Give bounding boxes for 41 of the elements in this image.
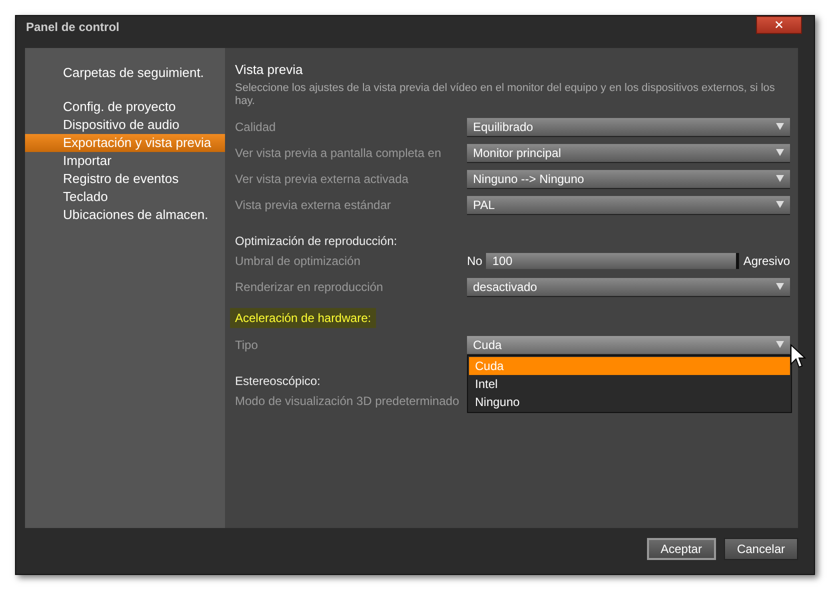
cursor-icon [790, 344, 806, 370]
field-label: Calidad [235, 120, 276, 134]
slider-value: 100 [492, 254, 512, 268]
dropdown-arrow-icon [776, 283, 784, 290]
section-heading: Optimización de reproducción: [235, 234, 398, 248]
slider-max-label: Agresivo [743, 254, 790, 268]
dropdown-option[interactable]: Intel [469, 374, 790, 392]
section-heading: Estereoscópico: [235, 374, 320, 388]
sidebar-item[interactable]: Teclado [25, 188, 225, 206]
slider-fill[interactable]: 100 [486, 253, 740, 269]
dialog-button[interactable]: Cancelar [724, 538, 798, 560]
sidebar-item[interactable]: Dispositivo de audio [25, 116, 225, 134]
dropdown-arrow-icon [776, 201, 784, 208]
field-label: Ver vista previa externa activada [235, 172, 408, 186]
field-label: Vista previa externa estándar [235, 198, 391, 212]
panel-title: Vista previa [235, 62, 304, 79]
close-button[interactable]: ✕ [756, 16, 802, 34]
field-label: Ver vista previa a pantalla completa en [235, 146, 442, 160]
field-label: Umbral de optimización [235, 254, 360, 268]
slider-min-label: No [467, 254, 482, 268]
field-label: Modo de visualización 3D predeterminado [235, 394, 460, 408]
section-heading: Aceleración de hardware: [230, 308, 376, 328]
sidebar-item[interactable]: Config. de proyecto [25, 98, 225, 116]
window-title: Panel de control [26, 20, 120, 34]
panel-description: Seleccione los ajustes de la vista previa del vídeo en el monitor del equipo y en los dispositivos externos, si los hay. [235, 82, 776, 108]
dropdown-option[interactable]: Ninguno [469, 392, 790, 410]
field-label: Tipo [235, 338, 258, 352]
dropdown-arrow-icon [776, 175, 784, 182]
dropdown[interactable]: desactivado [467, 278, 790, 296]
dropdown[interactable]: Equilibrado [467, 118, 790, 136]
dropdown-arrow-icon [776, 149, 784, 156]
dropdown[interactable]: Monitor principal [467, 144, 790, 162]
sidebar-item[interactable]: Importar [25, 152, 225, 170]
dropdown-arrow-icon [776, 123, 784, 130]
sidebar-item[interactable]: Registro de eventos [25, 170, 225, 188]
dropdown[interactable]: Ninguno --> Ninguno [467, 170, 790, 188]
dropdown[interactable]: PAL [467, 196, 790, 214]
dialog-button[interactable]: Aceptar [646, 538, 716, 560]
sidebar-item[interactable]: Ubicaciones de almacen. [25, 206, 225, 224]
field-label: Renderizar en reproducción [235, 280, 384, 294]
sidebar-item[interactable]: Carpetas de seguimient. [25, 64, 225, 82]
